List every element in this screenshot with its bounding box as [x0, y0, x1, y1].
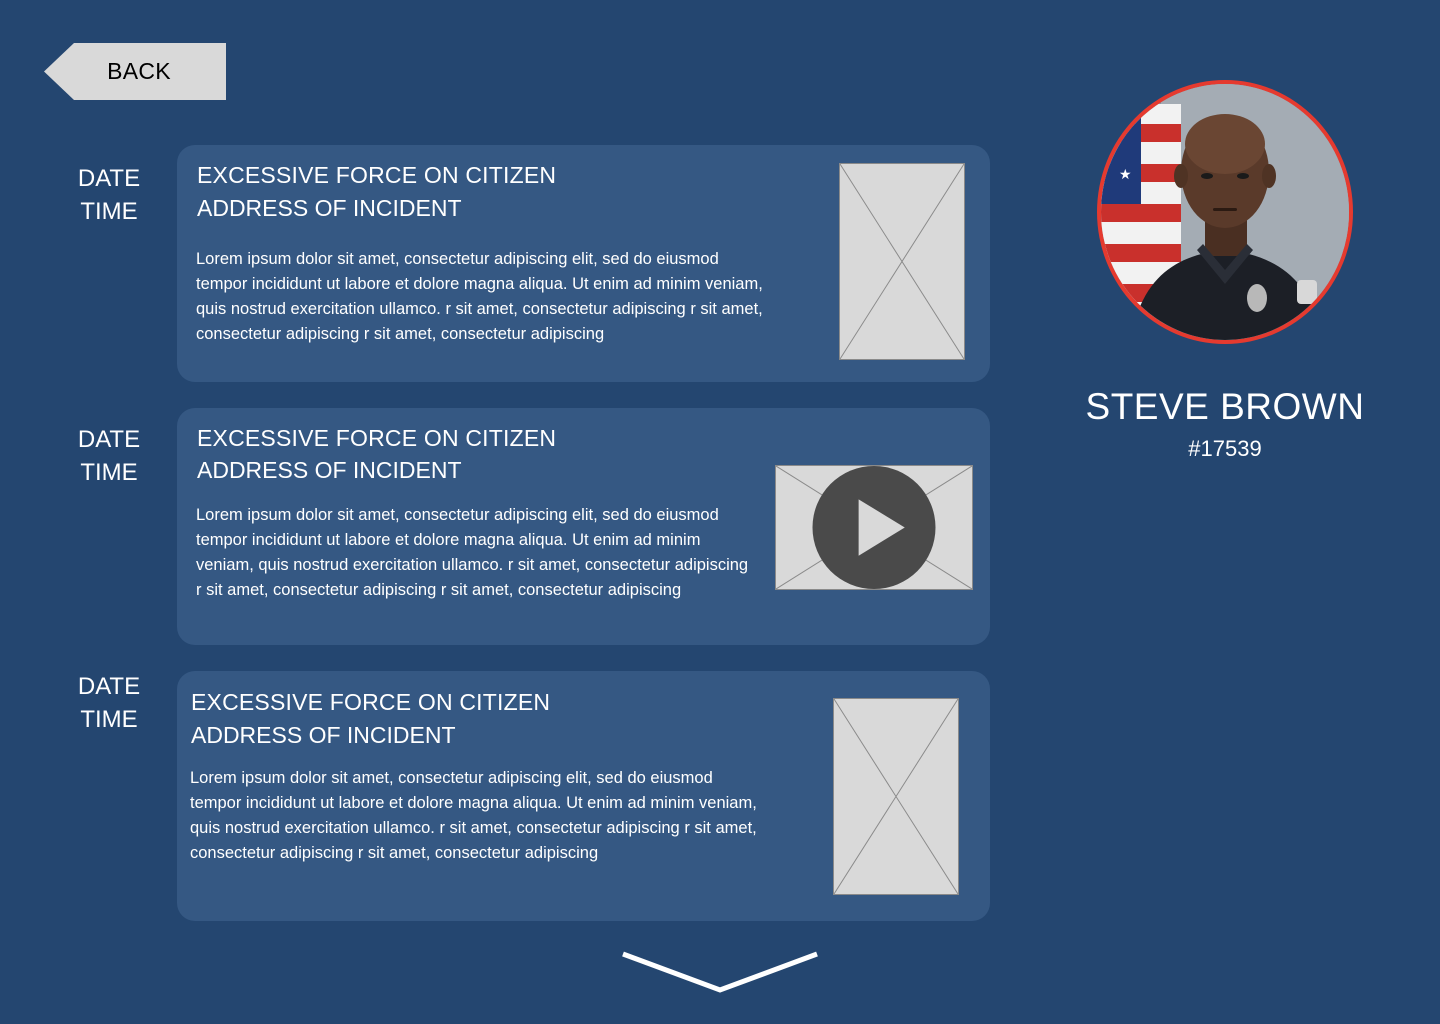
officer-name: STEVE BROWN — [1085, 386, 1365, 427]
incident-description: Lorem ipsum dolor sit amet, consectetur … — [196, 250, 763, 343]
incident-title: EXCESSIVE FORCE ON CITIZEN — [197, 425, 557, 451]
image-placeholder[interactable] — [839, 163, 965, 360]
incident-description: Lorem ipsum dolor sit amet, consectetur … — [196, 506, 749, 599]
image-placeholder-icon — [840, 164, 964, 359]
incident-datetime: DATE TIME — [60, 423, 158, 489]
incident-time-label: TIME — [80, 198, 138, 225]
incident-time-label: TIME — [80, 459, 138, 486]
back-button[interactable]: BACK — [44, 43, 226, 100]
incident-datetime: DATE TIME — [60, 162, 158, 228]
incident-address: ADDRESS OF INCIDENT — [191, 722, 456, 748]
incident-address: ADDRESS OF INCIDENT — [197, 195, 462, 221]
image-placeholder[interactable] — [833, 698, 959, 895]
incident-address: ADDRESS OF INCIDENT — [197, 457, 462, 483]
svg-text:★: ★ — [1109, 132, 1122, 148]
incident-time-label: TIME — [80, 706, 138, 733]
incident-title: EXCESSIVE FORCE ON CITIZEN — [191, 689, 551, 715]
officer-photo: ★ ★ — [1097, 80, 1353, 344]
image-placeholder-icon — [834, 699, 958, 894]
incident-date-label: DATE — [77, 165, 141, 192]
incident-card[interactable]: EXCESSIVE FORCE ON CITIZEN ADDRESS OF IN… — [177, 145, 990, 382]
back-button-label: BACK — [107, 58, 171, 84]
incident-description: Lorem ipsum dolor sit amet, consectetur … — [190, 769, 757, 862]
chevron-down-icon[interactable] — [620, 948, 820, 998]
incident-title: EXCESSIVE FORCE ON CITIZEN — [197, 162, 557, 188]
incident-date-label: DATE — [77, 673, 141, 700]
incident-date-label: DATE — [77, 426, 141, 453]
incident-datetime: DATE TIME — [60, 670, 158, 736]
play-icon[interactable] — [776, 466, 972, 589]
svg-text:★: ★ — [1119, 167, 1132, 183]
incident-card[interactable]: EXCESSIVE FORCE ON CITIZEN ADDRESS OF IN… — [177, 671, 990, 921]
officer-badge-number: #17539 — [1188, 436, 1262, 461]
officer-portrait-icon: ★ ★ — [1101, 84, 1349, 340]
incident-card[interactable]: EXCESSIVE FORCE ON CITIZEN ADDRESS OF IN… — [177, 408, 990, 645]
video-placeholder[interactable] — [775, 465, 973, 590]
